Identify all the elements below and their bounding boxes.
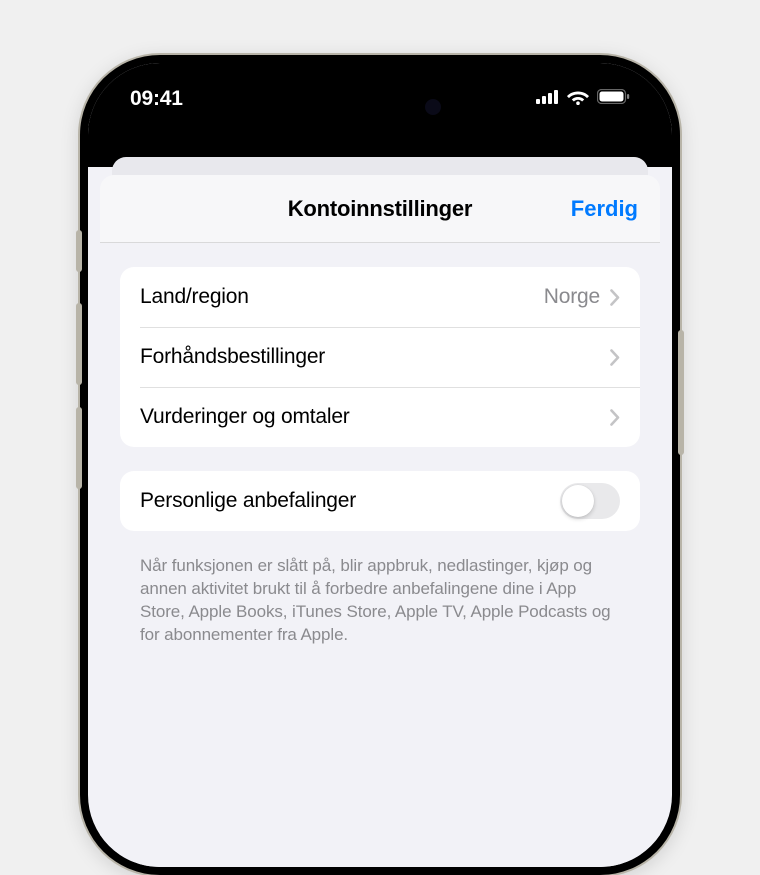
volume-down-button	[76, 407, 82, 489]
navigation-bar: Kontoinnstillinger Ferdig	[100, 175, 660, 243]
battery-icon	[597, 89, 630, 109]
chevron-right-icon	[610, 349, 620, 366]
cellular-signal-icon	[536, 90, 559, 109]
recommendations-footer-text: Når funksjonen er slått på, blir appbruk…	[120, 555, 640, 647]
country-region-row[interactable]: Land/region Norge	[120, 267, 640, 327]
wifi-icon	[567, 89, 589, 110]
settings-group-recommendations: Personlige anbefalinger	[120, 471, 640, 531]
done-button[interactable]: Ferdig	[571, 196, 638, 222]
silence-switch	[76, 230, 82, 272]
chevron-right-icon	[610, 289, 620, 306]
status-time: 09:41	[130, 87, 183, 111]
personal-recommendations-toggle[interactable]	[560, 483, 620, 519]
volume-up-button	[76, 303, 82, 385]
phone-device-frame: 09:41	[80, 55, 680, 875]
toggle-knob	[562, 485, 594, 517]
reviews-row[interactable]: Vurderinger og omtaler	[120, 387, 640, 447]
phone-screen: 09:41	[88, 63, 672, 867]
country-region-label: Land/region	[140, 285, 544, 309]
chevron-right-icon	[610, 409, 620, 426]
front-camera-icon	[425, 99, 441, 115]
country-region-value: Norge	[544, 285, 600, 309]
dynamic-island	[305, 85, 455, 129]
power-button	[678, 330, 684, 455]
status-indicators	[536, 89, 630, 110]
reviews-label: Vurderinger og omtaler	[140, 405, 610, 429]
settings-group-main: Land/region Norge Forhåndsbestillinger	[120, 267, 640, 447]
personal-recommendations-row: Personlige anbefalinger	[120, 471, 640, 531]
preorders-label: Forhåndsbestillinger	[140, 345, 610, 369]
settings-sheet: Kontoinnstillinger Ferdig Land/region No…	[100, 175, 660, 867]
personal-recommendations-label: Personlige anbefalinger	[140, 489, 560, 513]
settings-content: Land/region Norge Forhåndsbestillinger	[100, 243, 660, 647]
preorders-row[interactable]: Forhåndsbestillinger	[120, 327, 640, 387]
page-title: Kontoinnstillinger	[288, 196, 473, 222]
